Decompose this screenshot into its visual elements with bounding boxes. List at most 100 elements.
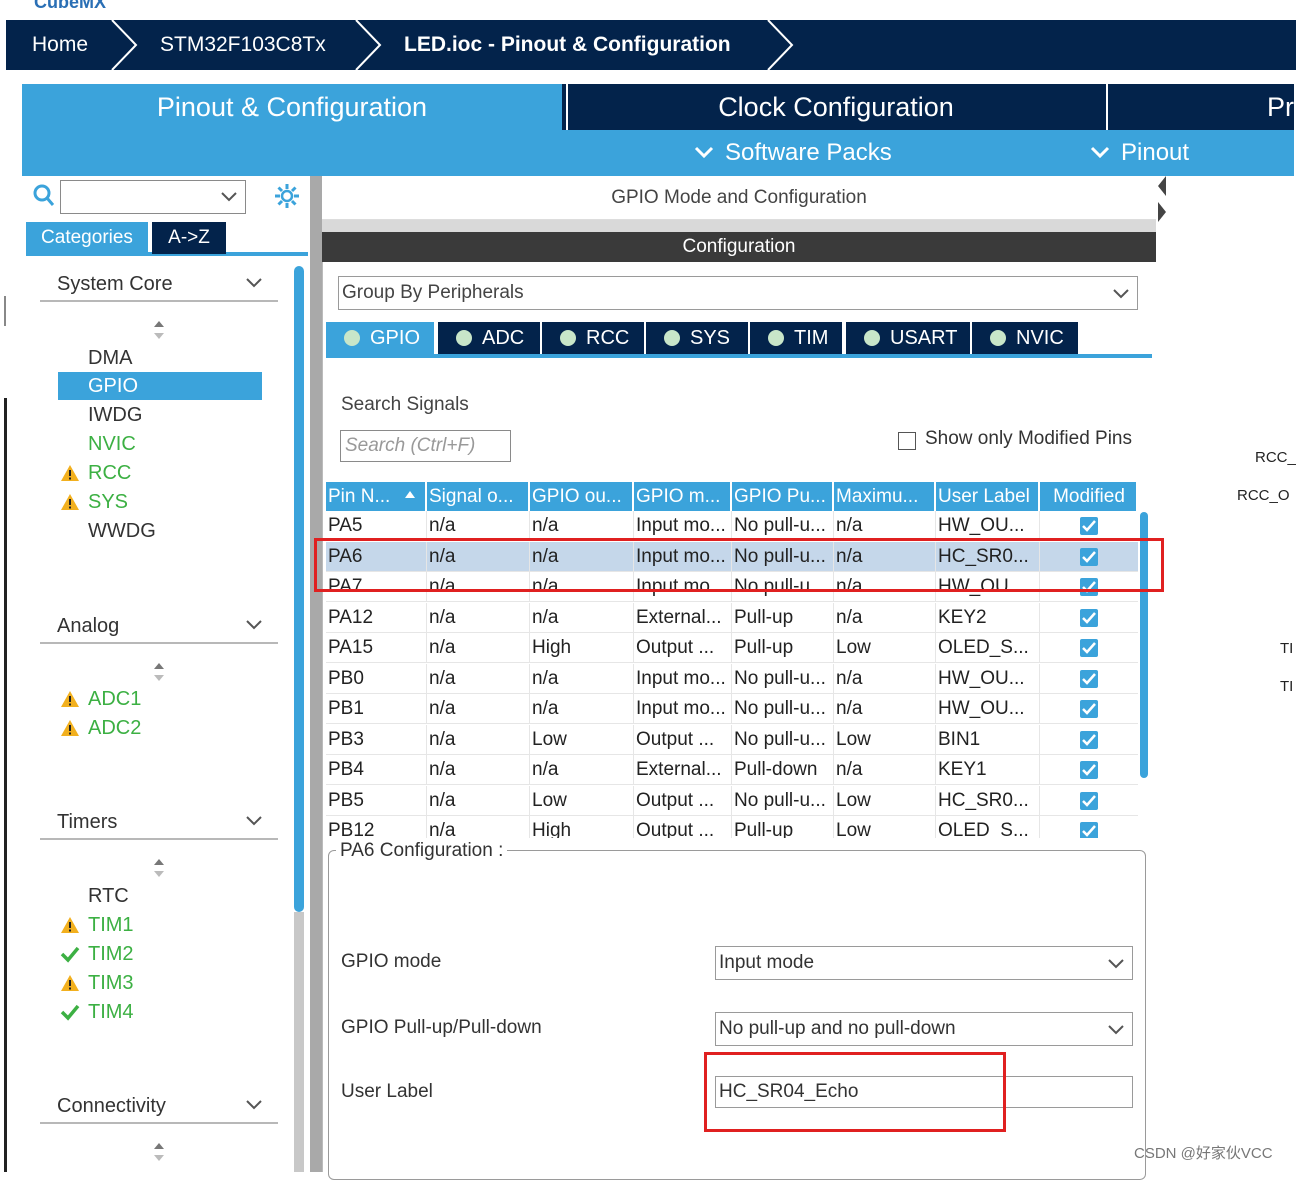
category-item-adc1[interactable]: ADC1 (88, 685, 141, 713)
left-scrollbar[interactable] (294, 266, 304, 912)
tab-gpio[interactable]: GPIO (326, 322, 434, 354)
table-row[interactable]: PB0 n/a n/a Input mo... No pull-u... n/a HW_OU… (326, 663, 1138, 694)
col-gpio-output[interactable]: GPIO ou... (530, 482, 634, 511)
modified-checkbox[interactable] (1080, 791, 1098, 810)
pinout-menu[interactable]: Pinout (1121, 130, 1189, 176)
tab-rcc[interactable]: RCC (542, 322, 644, 354)
app-logo: CubeMX (34, 0, 106, 12)
check-circle-icon (344, 330, 360, 346)
category-item-tim4[interactable]: TIM4 (88, 998, 134, 1026)
category-title: Analog (57, 615, 120, 637)
breadcrumb-device[interactable]: STM32F103C8Tx (160, 20, 326, 70)
sort-icon[interactable] (152, 1142, 166, 1162)
window-edge (4, 398, 7, 1172)
gear-icon[interactable] (274, 183, 300, 209)
table-cell: n/a (530, 511, 634, 541)
tab-usart[interactable]: USART (846, 322, 970, 354)
category-item-wwdg[interactable]: WWDG (88, 517, 156, 545)
col-gpio-mode[interactable]: GPIO m... (634, 482, 732, 511)
modified-checkbox[interactable] (1080, 639, 1098, 657)
modified-checkbox[interactable] (1080, 517, 1098, 535)
tab-tim[interactable]: TIM (750, 322, 842, 354)
table-cell: n/a (427, 785, 530, 816)
category-item-rcc[interactable]: RCC (88, 459, 131, 487)
tab-pinout-configuration[interactable]: Pinout & Configuration (22, 84, 562, 130)
category-connectivity[interactable]: Connectivity (40, 1088, 278, 1124)
modified-checkbox[interactable] (1080, 700, 1098, 718)
category-system-core[interactable]: System Core (40, 266, 278, 302)
software-packs-menu[interactable]: Software Packs (725, 130, 892, 176)
show-modified-checkbox[interactable] (898, 432, 916, 450)
tab-project-manager[interactable]: Pr (1106, 84, 1294, 130)
breadcrumb-separator-icon (767, 20, 794, 70)
table-cell: n/a (427, 816, 530, 838)
col-gpio-pull[interactable]: GPIO Pu... (732, 482, 834, 511)
category-item-dma[interactable]: DMA (88, 344, 132, 372)
search-icon[interactable] (33, 184, 55, 208)
table-row[interactable]: PB12 n/a High Output ... Pull-up Low OLED_S... (326, 816, 1138, 838)
category-item-iwdg[interactable]: IWDG (88, 401, 142, 429)
table-row[interactable]: PA15 n/a High Output ... Pull-up Low OLED_S... (326, 633, 1138, 663)
table-cell: n/a (530, 663, 634, 694)
tab-a-to-z[interactable]: A->Z (152, 222, 226, 254)
col-max-speed[interactable]: Maximu... (834, 482, 936, 511)
category-timers[interactable]: Timers (40, 804, 278, 840)
modified-checkbox[interactable] (1080, 730, 1098, 749)
category-item-nvic[interactable]: NVIC (88, 430, 136, 458)
breadcrumb: Home STM32F103C8Tx LED.ioc - Pinout & Co… (6, 20, 1296, 70)
chevron-down-icon (1108, 959, 1124, 969)
check-icon (1082, 672, 1096, 685)
tab-nvic[interactable]: NVIC (972, 322, 1078, 354)
modified-checkbox[interactable] (1080, 608, 1098, 627)
breadcrumb-current[interactable]: LED.ioc - Pinout & Configuration (404, 20, 731, 70)
table-cell: PB5 (326, 785, 427, 816)
window-edge (4, 296, 6, 326)
table-row[interactable]: PA5 n/a n/a Input mo... No pull-u... n/a HW_OU… (326, 511, 1138, 541)
show-modified-label[interactable]: Show only Modified Pins (925, 428, 1132, 450)
table-row[interactable]: PB3 n/a Low Output ... No pull-u... Low BIN1 (326, 724, 1138, 755)
col-user-label[interactable]: User Label (936, 482, 1040, 511)
category-item-tim1[interactable]: TIM1 (88, 911, 134, 939)
category-item-adc2[interactable]: ADC2 (88, 714, 141, 742)
panel-splitter[interactable] (310, 176, 322, 1172)
category-analog[interactable]: Analog (40, 608, 278, 644)
col-pin-name[interactable]: Pin N... (326, 482, 427, 511)
col-modified[interactable]: Modified (1040, 482, 1138, 511)
category-item-rtc[interactable]: RTC (88, 882, 129, 910)
category-item-sys[interactable]: SYS (88, 488, 128, 516)
table-cell: Input mo... (634, 663, 732, 694)
tab-sys[interactable]: SYS (646, 322, 748, 354)
table-cell: No pull-u... (732, 511, 834, 541)
tab-clock-configuration[interactable]: Clock Configuration (566, 84, 1104, 130)
tab-categories[interactable]: Categories (26, 222, 148, 254)
collapse-arrows-icon[interactable] (1156, 176, 1166, 222)
annotation-highlight-box (704, 1052, 1006, 1132)
sort-icon[interactable] (152, 320, 166, 340)
modified-checkbox[interactable] (1080, 822, 1098, 838)
search-signals-input[interactable]: Search (Ctrl+F) (340, 430, 511, 462)
table-row[interactable]: PB5 n/a Low Output ... No pull-u... Low HC_SR0… (326, 785, 1138, 816)
category-item-tim2[interactable]: TIM2 (88, 940, 134, 968)
table-row[interactable]: PB4 n/a n/a External... Pull-down n/a KEY1 (326, 755, 1138, 785)
modified-checkbox[interactable] (1080, 669, 1098, 688)
modified-checkbox[interactable] (1080, 761, 1098, 779)
chevron-down-icon (1108, 1025, 1124, 1035)
category-search-input[interactable] (60, 180, 246, 214)
gpio-mode-select[interactable]: Input mode (715, 946, 1133, 980)
main-tabs: Pinout & Configuration Clock Configurati… (22, 84, 1294, 130)
category-item-tim3[interactable]: TIM3 (88, 969, 134, 997)
table-cell: n/a (834, 694, 936, 724)
table-cell: n/a (427, 511, 530, 541)
sort-icon[interactable] (152, 662, 166, 682)
table-row[interactable]: PA12 n/a n/a External... Pull-up n/a KEY2 (326, 602, 1138, 633)
table-cell: Low (834, 633, 936, 663)
tab-adc[interactable]: ADC (438, 322, 540, 354)
sort-icon[interactable] (152, 858, 166, 878)
group-by-select[interactable]: Group By Peripherals (338, 276, 1138, 310)
table-row[interactable]: PB1 n/a n/a Input mo... No pull-u... n/a HW_OU… (326, 694, 1138, 724)
col-signal[interactable]: Signal o... (427, 482, 530, 511)
left-scrollbar-track[interactable] (294, 912, 304, 1172)
breadcrumb-home[interactable]: Home (32, 20, 88, 70)
gpio-pull-select[interactable]: No pull-up and no pull-down (715, 1012, 1133, 1046)
category-item-gpio[interactable]: GPIO (58, 372, 262, 400)
